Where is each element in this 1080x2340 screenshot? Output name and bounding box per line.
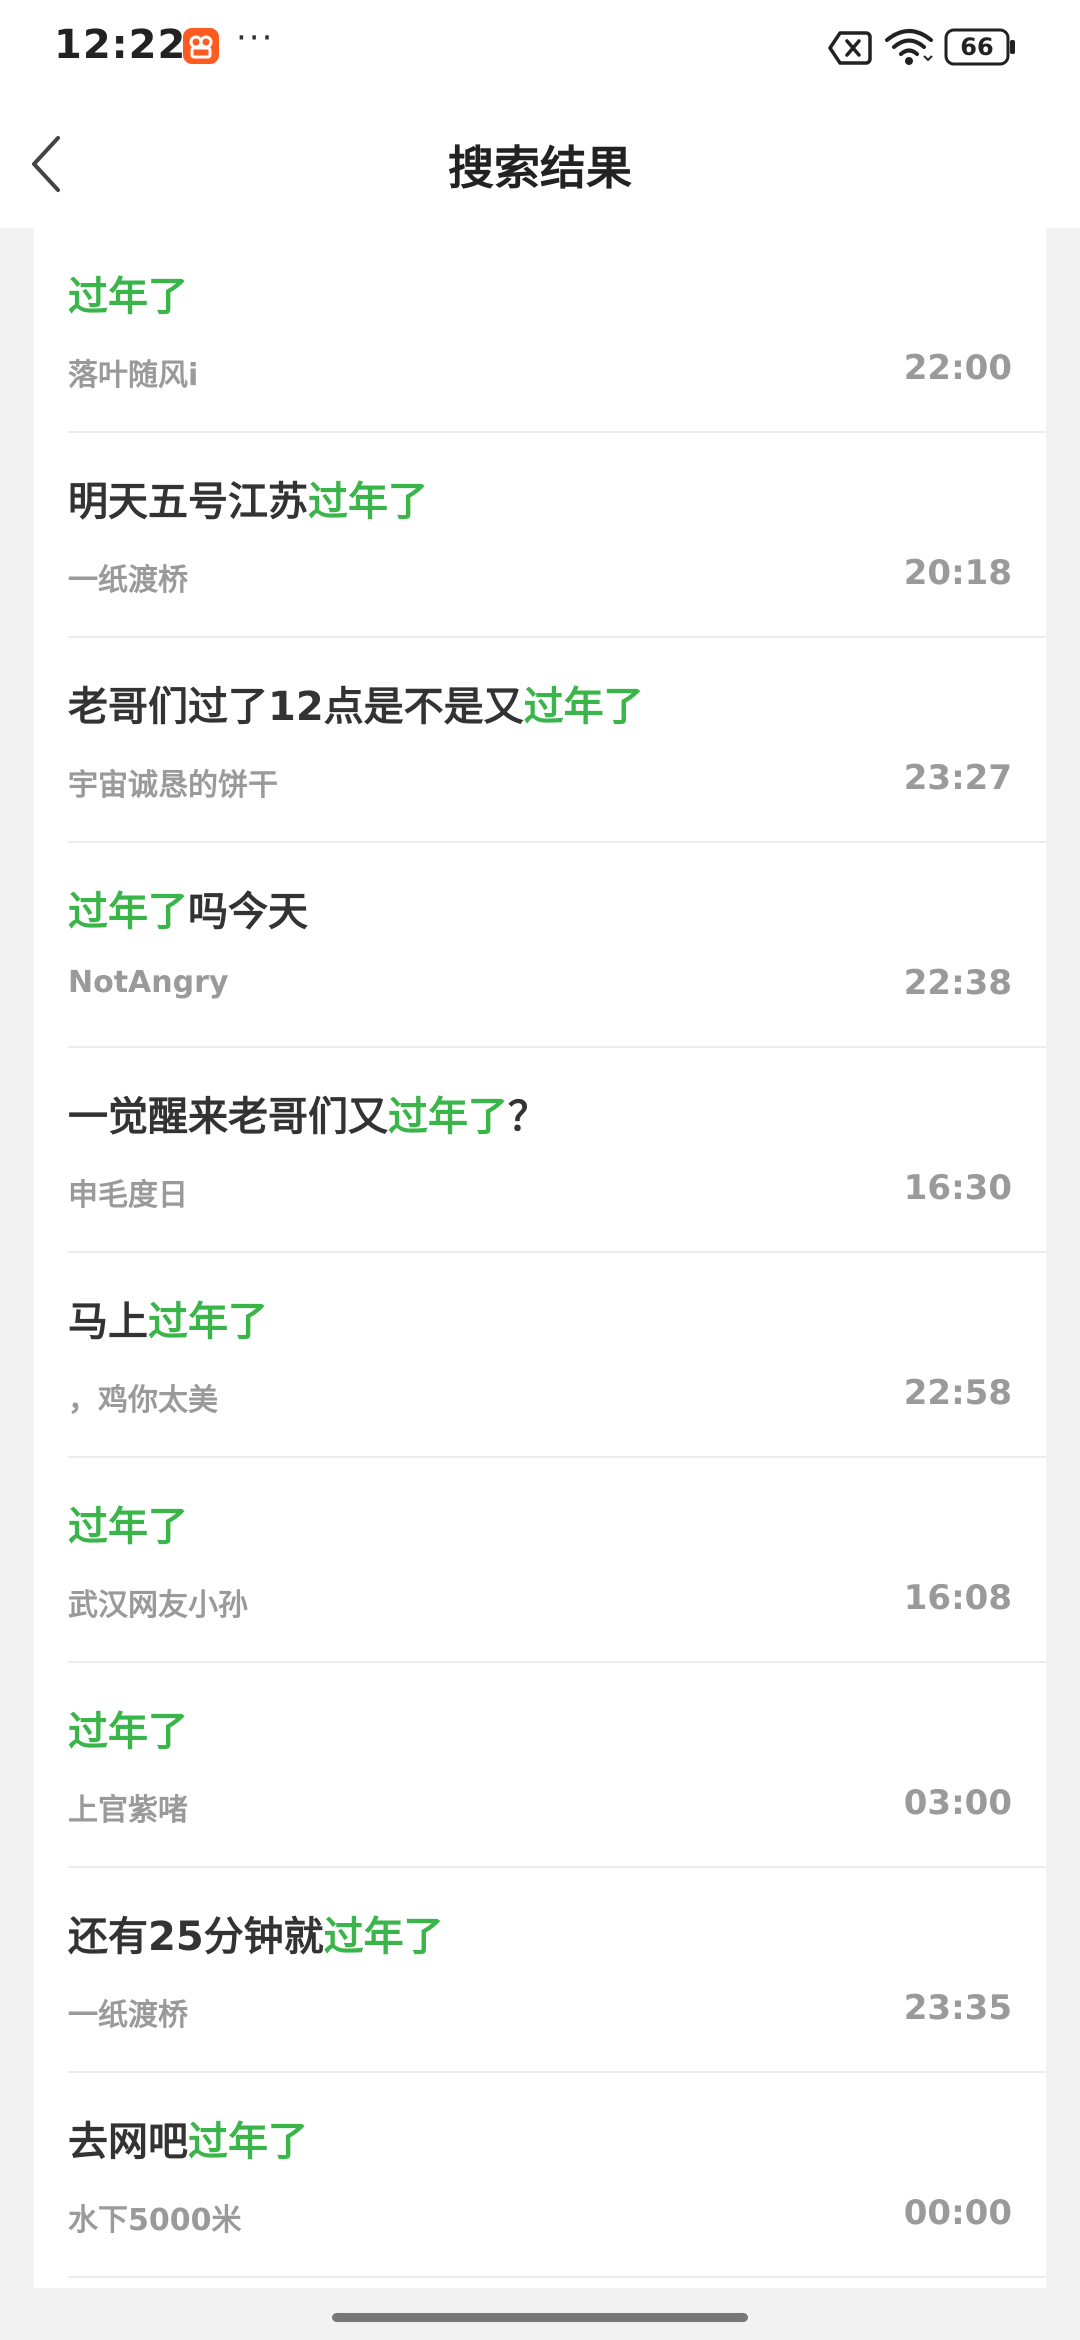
result-title: 过年了吗今天 — [68, 879, 308, 937]
divider — [68, 2276, 1046, 2278]
title-highlight: 过年了 — [388, 1094, 508, 1140]
title-text-suffix: 吗今天 — [188, 889, 308, 935]
result-title: 明天五号江苏过年了 — [68, 469, 428, 527]
result-title: 一觉醒来老哥们又过年了？ — [68, 1084, 548, 1142]
search-results-list: 过年了 落叶随风i 22:00 明天五号江苏过年了 一纸渡桥 20:18 老哥们… — [34, 228, 1046, 2288]
title-text: 明天五号江苏 — [68, 479, 308, 525]
result-time: 22:38 — [903, 963, 1012, 1003]
result-time: 03:00 — [903, 1783, 1012, 1823]
result-item[interactable]: 马上过年了 ，鸡你太美 22:58 — [34, 1253, 1046, 1458]
title-highlight: 过年了 — [308, 479, 428, 525]
result-author: 一纸渡桥 — [68, 563, 188, 598]
result-time: 22:00 — [903, 348, 1012, 388]
result-author: 武汉网友小孙 — [68, 1588, 248, 1623]
result-time: 16:08 — [903, 1578, 1012, 1618]
page-title: 搜索结果 — [448, 141, 632, 195]
more-notifications-icon: ··· — [236, 18, 275, 58]
result-author: 申毛度日 — [68, 1178, 188, 1213]
title-text: 还有25分钟就 — [68, 1914, 324, 1960]
result-item[interactable]: 明天五号江苏过年了 一纸渡桥 20:18 — [34, 433, 1046, 638]
title-text: 马上 — [68, 1299, 148, 1345]
title-highlight: 过年了 — [188, 2119, 308, 2165]
title-highlight: 过年了 — [323, 1914, 444, 1960]
result-author: 一纸渡桥 — [68, 1998, 188, 2033]
result-title: 还有25分钟就过年了 — [68, 1904, 444, 1962]
title-highlight: 过年了 — [523, 684, 644, 730]
result-item[interactable]: 还有25分钟就过年了 一纸渡桥 23:35 — [34, 1868, 1046, 2073]
result-time: 23:27 — [903, 758, 1012, 798]
result-author: 落叶随风i — [68, 358, 199, 393]
title-highlight: 过年了 — [68, 274, 188, 320]
title-text: 一觉醒来老哥们又 — [68, 1094, 388, 1140]
result-title: 老哥们过了12点是不是又过年了 — [68, 674, 644, 732]
battery-level: 66 — [960, 33, 994, 61]
result-item[interactable]: 去网吧过年了 水下5000米 00:00 — [34, 2073, 1046, 2278]
result-item[interactable]: 过年了 落叶随风i 22:00 — [34, 228, 1046, 433]
result-title: 去网吧过年了 — [68, 2109, 308, 2167]
result-author: 上官紫啫 — [68, 1793, 188, 1828]
result-title: 过年了 — [68, 1494, 188, 1552]
result-title: 过年了 — [68, 1699, 188, 1757]
result-author: 水下5000米 — [68, 2203, 242, 2238]
wifi-icon — [885, 29, 933, 65]
result-author: ，鸡你太美 — [68, 1383, 218, 1418]
result-title: 马上过年了 — [68, 1289, 268, 1347]
title-text: 去网吧 — [68, 2119, 188, 2165]
title-highlight: 过年了 — [68, 1504, 188, 1550]
result-time: 20:18 — [903, 553, 1012, 593]
title-text: 老哥们过了12点是不是又 — [68, 684, 524, 730]
nav-bar: 搜索结果 — [0, 96, 1080, 228]
title-highlight: 过年了 — [68, 889, 188, 935]
title-text-suffix: ？ — [508, 1094, 548, 1140]
result-author: 宇宙诚恳的饼干 — [68, 768, 278, 803]
result-author: NotAngry — [68, 965, 229, 1000]
result-time: 16:30 — [903, 1168, 1012, 1208]
result-time: 00:00 — [903, 2193, 1012, 2233]
app-notification-icon — [183, 28, 219, 64]
result-title: 过年了 — [68, 264, 188, 322]
home-indicator[interactable] — [332, 2313, 748, 2322]
title-highlight: 过年了 — [148, 1299, 268, 1345]
result-time: 23:35 — [903, 1988, 1012, 2028]
result-time: 22:58 — [903, 1373, 1012, 1413]
status-time: 12:22 — [54, 22, 187, 68]
result-item[interactable]: 过年了 武汉网友小孙 16:08 — [34, 1458, 1046, 1663]
result-item[interactable]: 一觉醒来老哥们又过年了？ 申毛度日 16:30 — [34, 1048, 1046, 1253]
result-item[interactable]: 老哥们过了12点是不是又过年了 宇宙诚恳的饼干 23:27 — [34, 638, 1046, 843]
status-bar: 12:22 ··· 66 — [0, 0, 1080, 96]
title-highlight: 过年了 — [68, 1709, 188, 1755]
result-item[interactable]: 过年了吗今天 NotAngry 22:38 — [34, 843, 1046, 1048]
result-item[interactable]: 过年了 上官紫啫 03:00 — [34, 1663, 1046, 1868]
no-sim-icon — [828, 31, 872, 65]
